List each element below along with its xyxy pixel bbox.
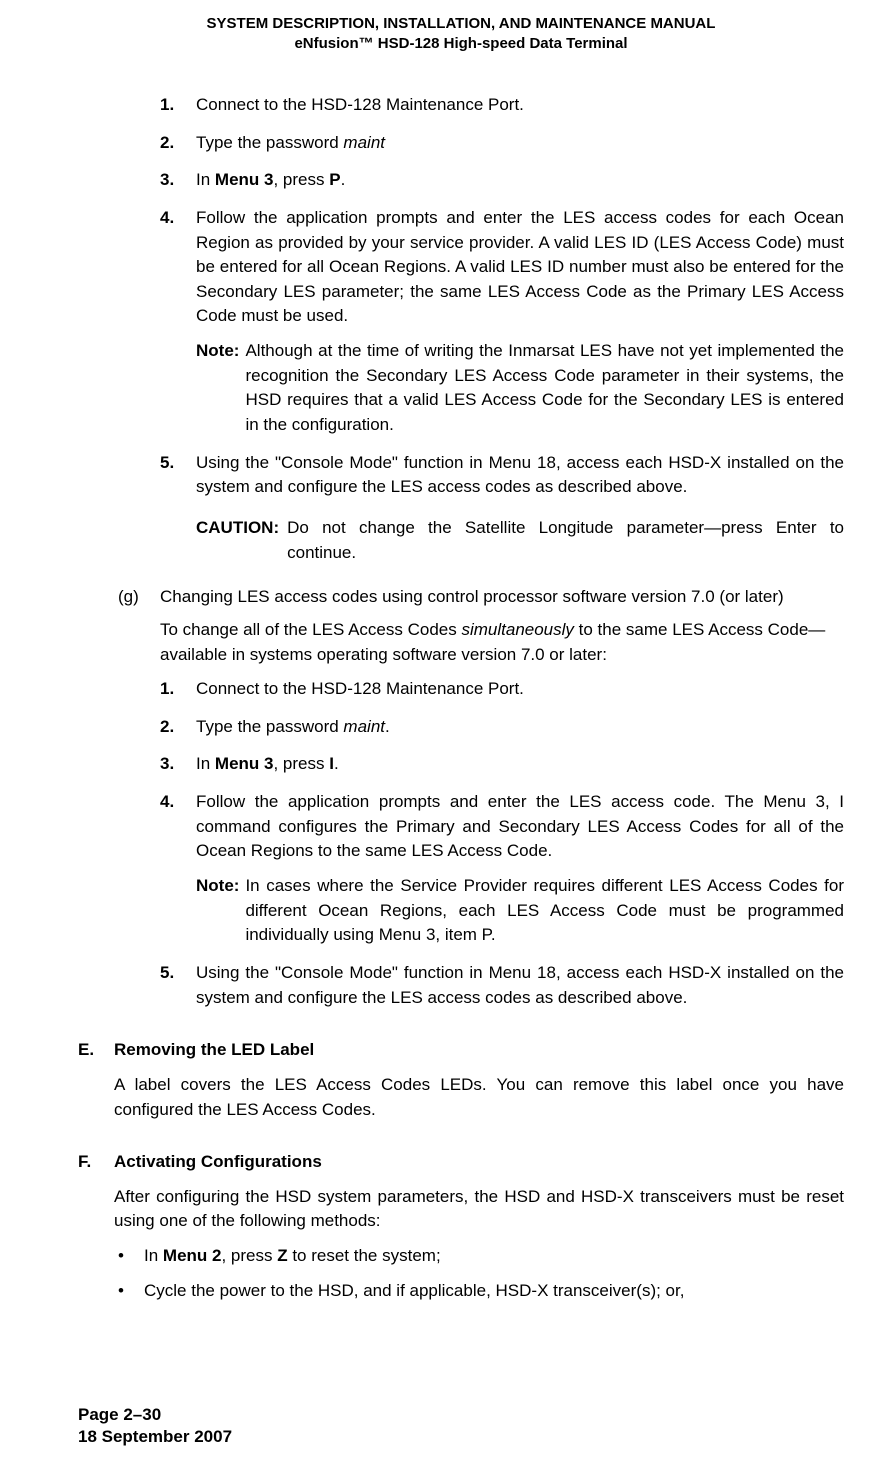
list-text: Follow the application prompts and enter… [196, 206, 844, 438]
list-number: 1. [160, 93, 196, 118]
list-item: 4. Follow the application prompts and en… [160, 790, 844, 948]
note-label: Note: [196, 874, 239, 948]
section-body: A label covers the LES Access Codes LEDs… [114, 1073, 844, 1122]
list-number: 2. [160, 131, 196, 156]
page-date: 18 September 2007 [78, 1426, 232, 1448]
list-item: 4. Follow the application prompts and en… [160, 206, 844, 438]
bullet-text: In Menu 2, press Z to reset the system; [144, 1244, 441, 1269]
section-letter: E. [78, 1038, 114, 1063]
section-letter: F. [78, 1150, 114, 1175]
header-line2: eNfusion™ HSD-128 High-speed Data Termin… [78, 34, 844, 54]
caution-block: CAUTION: Do not change the Satellite Lon… [196, 516, 844, 565]
subsection-content: Changing LES access codes using control … [160, 585, 844, 667]
list-number: 3. [160, 752, 196, 777]
caution-text: Do not change the Satellite Longitude pa… [287, 516, 844, 565]
section-body: After configuring the HSD system paramet… [114, 1185, 844, 1234]
list-text: Using the "Console Mode" function in Men… [196, 961, 844, 1010]
section-heading: F. Activating Configurations [78, 1150, 844, 1175]
list-number: 4. [160, 206, 196, 438]
bullet-icon: • [114, 1244, 144, 1269]
list-number: 1. [160, 677, 196, 702]
note-label: Note: [196, 339, 239, 438]
list-item: 2. Type the password maint [160, 131, 844, 156]
list-item: 1. Connect to the HSD-128 Maintenance Po… [160, 93, 844, 118]
list-item: 5. Using the "Console Mode" function in … [160, 451, 844, 566]
page-number: Page 2–30 [78, 1404, 232, 1426]
document-header: SYSTEM DESCRIPTION, INSTALLATION, AND MA… [78, 14, 844, 53]
section-title: Activating Configurations [114, 1150, 322, 1175]
list-number: 4. [160, 790, 196, 948]
section-f: F. Activating Configurations After confi… [78, 1150, 844, 1303]
list-number: 2. [160, 715, 196, 740]
list-text: Type the password maint. [196, 715, 844, 740]
list-text: Using the "Console Mode" function in Men… [196, 451, 844, 566]
section-e: E. Removing the LED Label A label covers… [78, 1038, 844, 1122]
section-title: Removing the LED Label [114, 1038, 314, 1063]
subsection-intro: To change all of the LES Access Codes si… [160, 618, 844, 667]
list-text: Connect to the HSD-128 Maintenance Port. [196, 677, 844, 702]
list-text: Connect to the HSD-128 Maintenance Port. [196, 93, 844, 118]
page-footer: Page 2–30 18 September 2007 [78, 1404, 232, 1448]
list-item: 5. Using the "Console Mode" function in … [160, 961, 844, 1010]
note-text: In cases where the Service Provider requ… [245, 874, 844, 948]
header-line1: SYSTEM DESCRIPTION, INSTALLATION, AND MA… [78, 14, 844, 34]
note-text: Although at the time of writing the Inma… [245, 339, 844, 438]
list-item: 3. In Menu 3, press P. [160, 168, 844, 193]
bullet-item: • Cycle the power to the HSD, and if app… [114, 1279, 844, 1304]
list-number: 5. [160, 451, 196, 566]
note-block: Note: Although at the time of writing th… [196, 339, 844, 438]
list-item: 2. Type the password maint. [160, 715, 844, 740]
note-block: Note: In cases where the Service Provide… [196, 874, 844, 948]
list-text: In Menu 3, press P. [196, 168, 844, 193]
list-item: 3. In Menu 3, press I. [160, 752, 844, 777]
list-item: 1. Connect to the HSD-128 Maintenance Po… [160, 677, 844, 702]
caution-label: CAUTION: [196, 516, 279, 565]
list-text: In Menu 3, press I. [196, 752, 844, 777]
subsection-marker: (g) [118, 585, 160, 667]
list-text: Type the password maint [196, 131, 844, 156]
list-text: Follow the application prompts and enter… [196, 790, 844, 948]
bullet-text: Cycle the power to the HSD, and if appli… [144, 1279, 684, 1304]
list-number: 5. [160, 961, 196, 1010]
subsection-g: (g) Changing LES access codes using cont… [118, 585, 844, 667]
bullet-item: • In Menu 2, press Z to reset the system… [114, 1244, 844, 1269]
bullet-icon: • [114, 1279, 144, 1304]
list-number: 3. [160, 168, 196, 193]
section-heading: E. Removing the LED Label [78, 1038, 844, 1063]
